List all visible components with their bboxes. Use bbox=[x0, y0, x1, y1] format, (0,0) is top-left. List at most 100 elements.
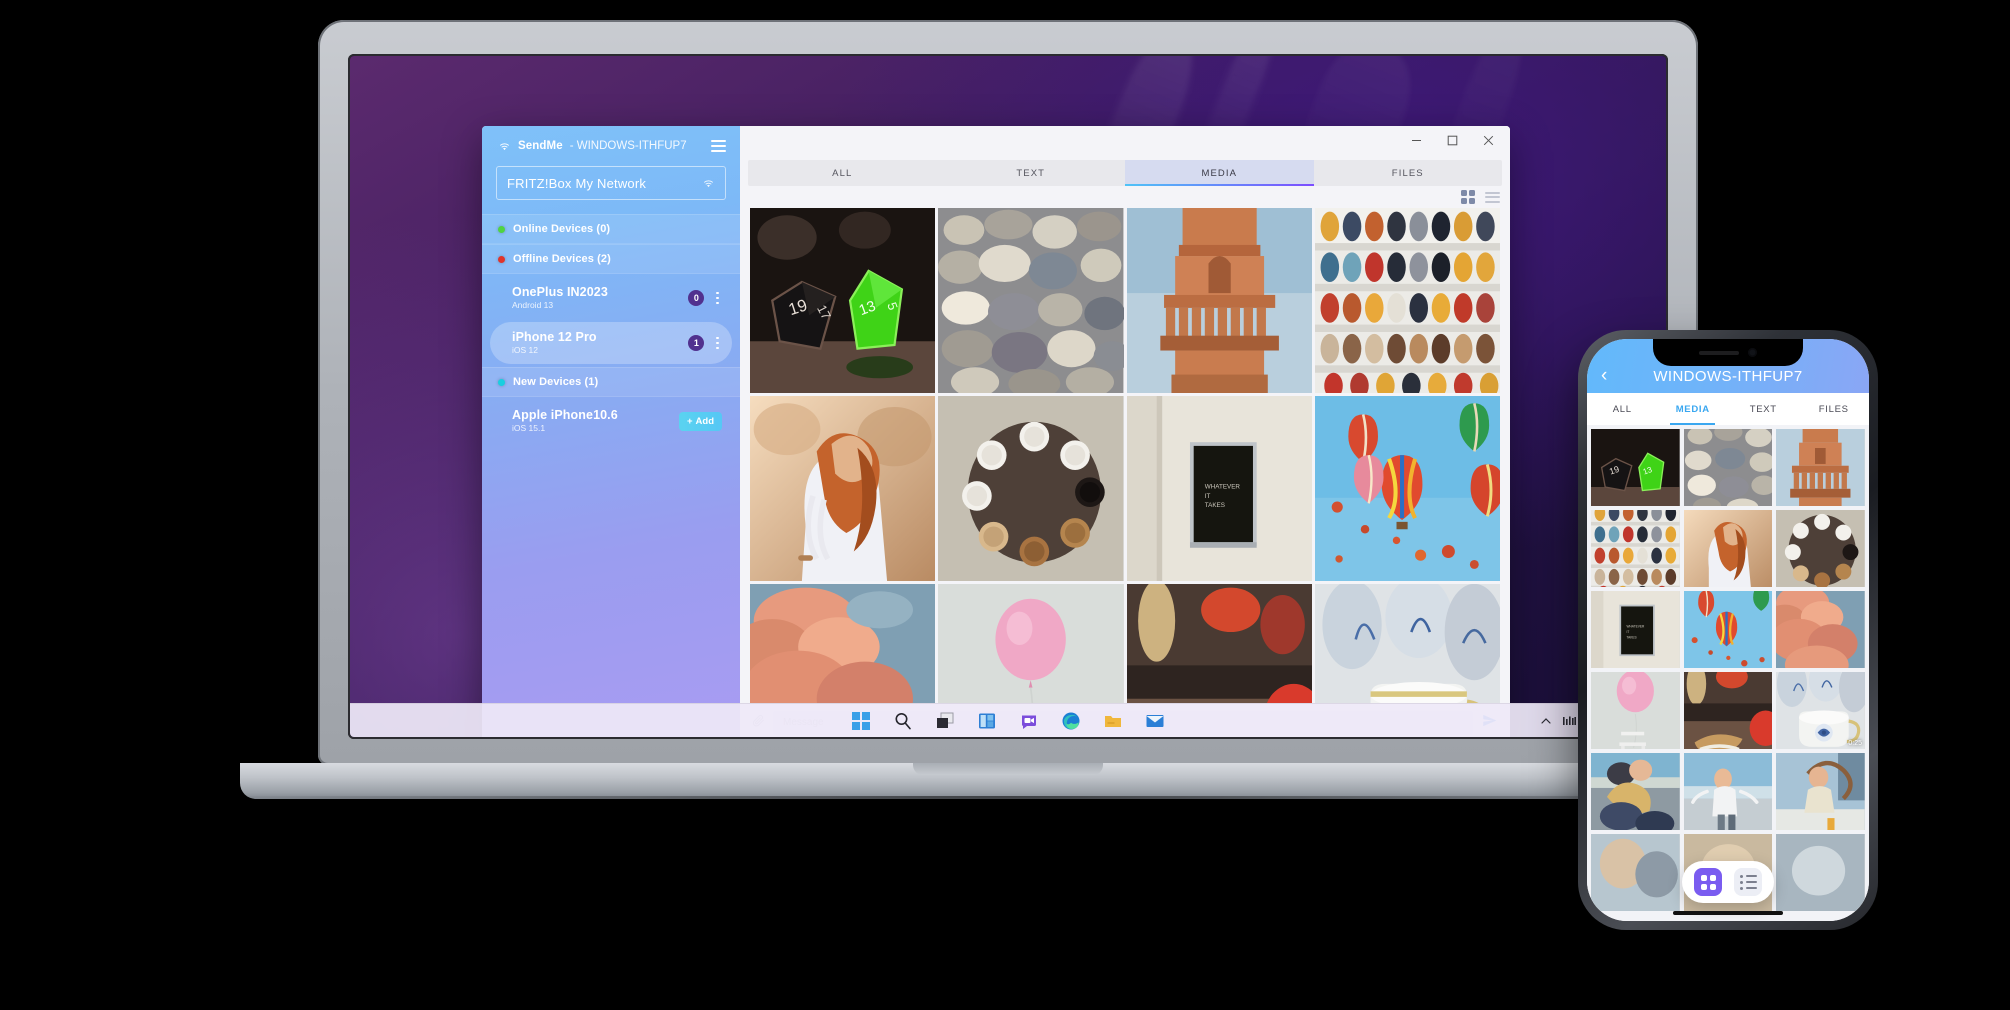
content-tabs: ALL TEXT MEDIA FILES bbox=[748, 160, 1502, 186]
edge-browser-icon[interactable] bbox=[1061, 711, 1081, 731]
laptop-shadow bbox=[208, 796, 1808, 818]
laptop-base bbox=[240, 763, 1776, 799]
phone-tab-text[interactable]: TEXT bbox=[1728, 393, 1799, 425]
app-main-pane: ALL TEXT MEDIA FILES 19 17 13 5 WHATEVER… bbox=[740, 126, 1510, 737]
group-offline-devices[interactable]: Offline Devices (2) bbox=[482, 244, 740, 274]
media-item[interactable] bbox=[1126, 208, 1312, 393]
media-item[interactable]: WHATEVER IT TAKES bbox=[1126, 396, 1312, 581]
tab-files[interactable]: FILES bbox=[1314, 160, 1503, 186]
media-item[interactable] bbox=[1591, 834, 1680, 911]
app-hostname: - WINDOWS-ITHFUP7 bbox=[569, 140, 687, 152]
device-item-oneplus[interactable]: OnePlus IN2023 Android 13 0 bbox=[490, 277, 732, 319]
media-item[interactable] bbox=[1314, 208, 1500, 393]
media-item[interactable] bbox=[1776, 834, 1865, 911]
grid-view-icon[interactable] bbox=[1460, 189, 1475, 205]
phone-content-tabs: ALL MEDIA TEXT FILES bbox=[1587, 393, 1869, 425]
device-item-apple-iphone106[interactable]: Apple iPhone10.6 iOS 15.1 + Add bbox=[490, 400, 732, 442]
close-icon[interactable] bbox=[1470, 126, 1506, 154]
media-item[interactable] bbox=[1683, 429, 1773, 506]
window-titlebar bbox=[740, 126, 1510, 154]
mail-icon[interactable] bbox=[1145, 711, 1165, 731]
media-item[interactable] bbox=[1591, 510, 1680, 587]
app-brand-name: SendMe bbox=[518, 140, 563, 152]
laptop-device: SendMe - WINDOWS-ITHFUP7 FRITZ!Box My Ne… bbox=[208, 20, 1808, 880]
chevron-up-icon[interactable] bbox=[1540, 715, 1552, 727]
media-item[interactable] bbox=[938, 208, 1124, 393]
device-os: Android 13 bbox=[512, 300, 554, 311]
media-item[interactable] bbox=[1776, 753, 1865, 830]
phone-notch bbox=[1653, 339, 1803, 366]
network-selector[interactable]: FRITZ!Box My Network bbox=[496, 166, 726, 200]
media-duration-badge: 0:25 bbox=[1848, 740, 1862, 747]
phone-tab-all[interactable]: ALL bbox=[1587, 393, 1658, 425]
list-view-icon[interactable] bbox=[1734, 868, 1762, 896]
phone-view-toggle bbox=[1682, 861, 1774, 903]
tab-media[interactable]: MEDIA bbox=[1125, 160, 1314, 186]
media-item[interactable]: 19 13 bbox=[1591, 429, 1680, 506]
media-item[interactable] bbox=[1591, 753, 1680, 830]
front-camera bbox=[1748, 348, 1757, 357]
add-device-button[interactable]: + Add bbox=[678, 411, 722, 431]
hamburger-menu-icon[interactable] bbox=[711, 140, 726, 152]
windows-logo-icon[interactable] bbox=[851, 711, 871, 731]
media-item[interactable]: 19 17 13 5 bbox=[750, 208, 936, 393]
maximize-icon[interactable] bbox=[1434, 126, 1470, 154]
status-dot-online bbox=[498, 225, 505, 233]
sidebar-header: SendMe - WINDOWS-ITHFUP7 bbox=[482, 126, 740, 162]
widgets-icon[interactable] bbox=[977, 711, 997, 731]
device-badge-count: 1 bbox=[688, 335, 705, 351]
more-options-icon[interactable] bbox=[713, 335, 722, 352]
media-item[interactable] bbox=[750, 584, 936, 703]
svg-text:TAKES: TAKES bbox=[1204, 502, 1224, 509]
svg-text:TAKES: TAKES bbox=[1626, 635, 1636, 639]
media-item[interactable] bbox=[1126, 584, 1312, 703]
media-item[interactable] bbox=[1683, 591, 1773, 668]
device-item-iphone12pro[interactable]: iPhone 12 Pro iOS 12 1 bbox=[490, 322, 732, 364]
wifi-icon bbox=[704, 179, 713, 187]
media-item[interactable] bbox=[1683, 753, 1773, 830]
wifi-icon bbox=[500, 142, 509, 150]
status-dot-offline bbox=[498, 255, 505, 263]
svg-text:IT: IT bbox=[1626, 630, 1629, 634]
svg-text:WHATEVER: WHATEVER bbox=[1626, 625, 1645, 629]
media-item[interactable] bbox=[1683, 672, 1773, 749]
media-item[interactable] bbox=[1314, 584, 1500, 703]
media-item[interactable] bbox=[1314, 396, 1500, 581]
windows-taskbar bbox=[350, 703, 1666, 737]
phone-tab-files[interactable]: FILES bbox=[1799, 393, 1870, 425]
tab-text[interactable]: TEXT bbox=[937, 160, 1126, 186]
media-item[interactable] bbox=[1591, 672, 1680, 749]
group-label: Online Devices (0) bbox=[513, 223, 611, 235]
media-item[interactable] bbox=[1776, 591, 1865, 668]
task-view-icon[interactable] bbox=[935, 711, 955, 731]
svg-text:IT: IT bbox=[1204, 493, 1210, 500]
minimize-icon[interactable] bbox=[1398, 126, 1434, 154]
device-os: iOS 15.1 bbox=[512, 423, 546, 434]
media-item[interactable]: WHATEVER IT TAKES bbox=[1591, 591, 1680, 668]
folder-icon[interactable] bbox=[1103, 711, 1123, 731]
phone-device: ‹ WINDOWS-ITHFUP7 ALL MEDIA TEXT FILES 1… bbox=[1578, 330, 1878, 930]
phone-home-indicator bbox=[1673, 911, 1783, 915]
media-item[interactable] bbox=[1776, 429, 1865, 506]
screenshot-root: SendMe - WINDOWS-ITHFUP7 FRITZ!Box My Ne… bbox=[0, 0, 2010, 1010]
grid-view-icon[interactable] bbox=[1694, 868, 1722, 896]
phone-tab-media[interactable]: MEDIA bbox=[1658, 393, 1729, 425]
phone-page-title: WINDOWS-ITHFUP7 bbox=[1653, 368, 1803, 385]
media-item[interactable] bbox=[750, 396, 936, 581]
group-online-devices[interactable]: Online Devices (0) bbox=[482, 214, 740, 244]
media-item[interactable]: 0:25 bbox=[1776, 672, 1865, 749]
signal-icon[interactable] bbox=[1563, 715, 1576, 727]
more-options-icon[interactable] bbox=[713, 290, 722, 307]
media-item[interactable] bbox=[1683, 510, 1773, 587]
media-item[interactable] bbox=[938, 584, 1124, 703]
chat-icon[interactable] bbox=[1019, 711, 1039, 731]
group-new-devices[interactable]: New Devices (1) bbox=[482, 367, 740, 397]
media-item[interactable] bbox=[938, 396, 1124, 581]
phone-frame: ‹ WINDOWS-ITHFUP7 ALL MEDIA TEXT FILES 1… bbox=[1578, 330, 1878, 930]
tab-all[interactable]: ALL bbox=[748, 160, 937, 186]
phone-screen: ‹ WINDOWS-ITHFUP7 ALL MEDIA TEXT FILES 1… bbox=[1587, 339, 1869, 921]
list-view-icon[interactable] bbox=[1485, 191, 1500, 203]
group-label: New Devices (1) bbox=[513, 376, 599, 388]
search-icon[interactable] bbox=[893, 711, 913, 731]
media-item[interactable] bbox=[1776, 510, 1865, 587]
